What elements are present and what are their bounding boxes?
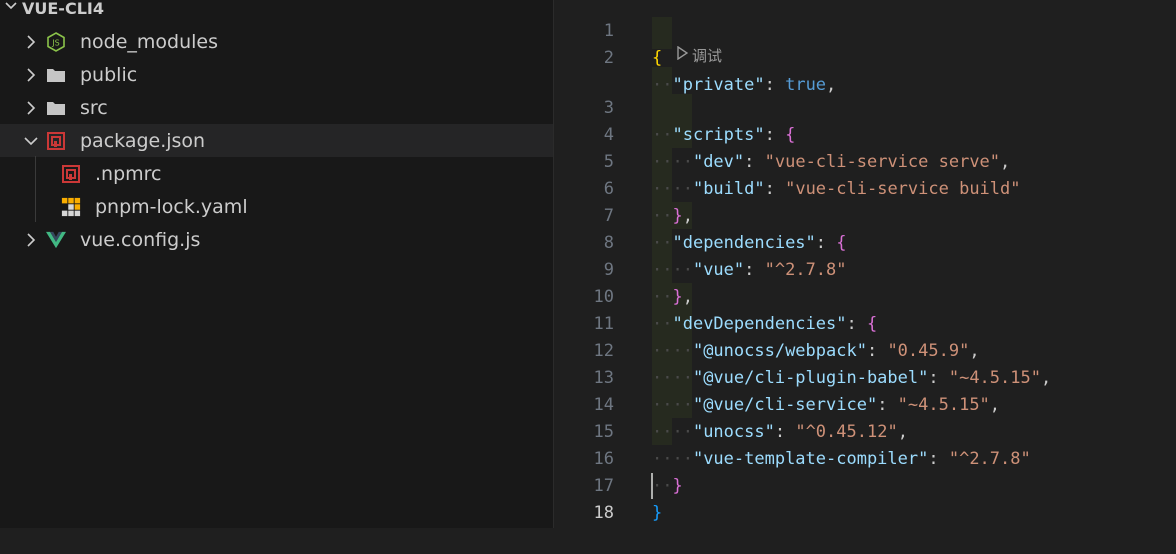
chevron-right-icon: [21, 98, 41, 118]
code-line: 14 ····"unocss": "^0.45.12",: [554, 365, 1176, 442]
nodejs-folder-icon: JS: [46, 31, 66, 52]
code-editor[interactable]: 1 { 2 ··"private": true, 调试 3 ··"scripts…: [554, 0, 1176, 528]
code-line: 18: [554, 473, 1176, 523]
tree-item-npmrc[interactable]: .npmrc: [0, 157, 553, 190]
code-line: 5 ····"build": "vue-cli-service build": [554, 122, 1176, 199]
tree-item-label: vue.config.js: [80, 228, 201, 251]
code-line: 13 ····"@vue/cli-service": "~4.5.15",: [554, 338, 1176, 415]
explorer-folder-header[interactable]: VUE-CLI4: [0, 0, 553, 20]
code-line: 2 ··"private": true,: [554, 18, 1176, 95]
tree-item-pnpm-lock[interactable]: pnpm-lock.yaml: [0, 190, 553, 223]
code-line: 17 }: [554, 446, 1176, 523]
npm-icon: [46, 131, 66, 151]
text-cursor: [651, 473, 653, 499]
chevron-right-icon: [21, 230, 41, 250]
tree-item-package-json[interactable]: package.json: [0, 124, 553, 157]
explorer-sidebar: VUE-CLI4 JS node_modules public src pack…: [0, 0, 553, 528]
tree-item-label: .npmrc: [95, 162, 162, 185]
code-line: 11 ····"@unocss/webpack": "0.45.9",: [554, 284, 1176, 361]
vue-icon: [46, 230, 66, 250]
tree-item-public[interactable]: public: [0, 58, 553, 91]
code-line: 16 ··}: [554, 419, 1176, 496]
code-line: 4 ····"dev": "vue-cli-service serve",: [554, 95, 1176, 172]
debug-codelens[interactable]: 调试: [676, 44, 722, 66]
pnpm-icon: [61, 197, 81, 217]
chevron-down-icon: [0, 0, 22, 17]
code-line: 3 ··"scripts": {: [554, 68, 1176, 145]
code-line: 9 ··},: [554, 230, 1176, 307]
code-line: 1 {: [554, 0, 1176, 68]
tree-item-label: pnpm-lock.yaml: [95, 195, 248, 218]
folder-icon: [46, 65, 66, 85]
tree-item-node-modules[interactable]: JS node_modules: [0, 25, 553, 58]
line-number: 18: [593, 503, 614, 523]
chevron-right-icon: [21, 65, 41, 85]
tree-item-label: node_modules: [80, 30, 219, 53]
npm-icon: [61, 164, 81, 184]
svg-text:JS: JS: [51, 38, 59, 47]
chevron-right-icon: [21, 32, 41, 52]
tree-item-label: package.json: [80, 129, 206, 152]
tree-item-vue-config[interactable]: vue.config.js: [0, 223, 553, 256]
play-icon: [676, 45, 689, 64]
code-line: 6 ··},: [554, 149, 1176, 226]
tree-item-label: src: [80, 96, 108, 119]
code-line: 12 ····"@vue/cli-plugin-babel": "~4.5.15…: [554, 311, 1176, 388]
tree-item-label: public: [80, 63, 138, 86]
codelens-label: 调试: [692, 46, 723, 65]
code-line: 15 ····"vue-template-compiler": "^2.7.8": [554, 392, 1176, 469]
folder-name: VUE-CLI4: [22, 0, 104, 18]
code-line: 7 ··"dependencies": {: [554, 176, 1176, 253]
code-line: 8 ····"vue": "^2.7.8": [554, 203, 1176, 280]
code-line: 10 ··"devDependencies": {: [554, 257, 1176, 334]
folder-icon: [46, 98, 66, 118]
chevron-down-icon: [21, 131, 41, 151]
tree-item-src[interactable]: src: [0, 91, 553, 124]
